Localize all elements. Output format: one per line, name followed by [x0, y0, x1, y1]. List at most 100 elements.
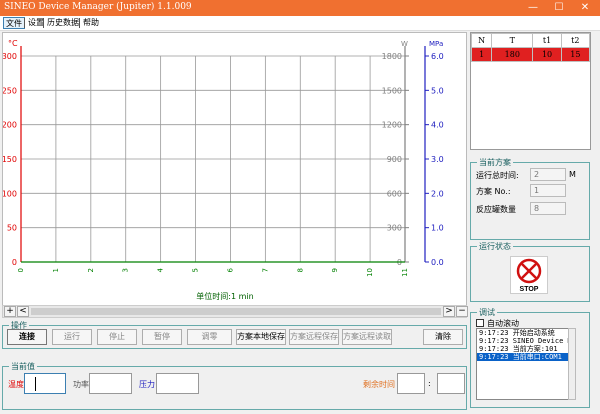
table-cell[interactable]: 15 [560, 47, 591, 62]
debug-log[interactable]: 9:17:23 开始启动系统 9:17:23 SINEO Device Mana… [476, 328, 576, 400]
left-tick-label: 250 [3, 86, 17, 95]
stop-icon: STOP [510, 256, 548, 294]
chart-panel: 00 0.0 50 300 1.0 100 600 2.0 150 900 3.0 200 1200 4.… [2, 32, 467, 316]
read-remote-button[interactable]: 方案远程读取 [342, 329, 392, 345]
scroll-thumb[interactable] [31, 308, 441, 315]
power-field[interactable] [89, 373, 132, 394]
left-tick-label: 100 [3, 189, 17, 198]
left-tick-label: 300 [3, 52, 17, 61]
mid-tick-label: 1200 [382, 121, 402, 130]
title-bar: SINEO Device Manager (Jupiter) 1.1.009 —… [0, 0, 600, 16]
save-local-button[interactable]: 方案本地保存 [236, 329, 286, 345]
menu-separator [24, 18, 25, 28]
x-tick-label: 3 [122, 268, 130, 272]
clear-button[interactable]: 清除 [423, 329, 463, 345]
x-tick-label: 7 [261, 268, 269, 272]
log-scrollbar[interactable] [568, 328, 576, 400]
current-scheme-group-title: 当前方案 [477, 157, 513, 168]
pressure-field[interactable] [156, 373, 199, 394]
run-status-group-title: 运行状态 [477, 241, 513, 252]
right-tick-label: 5.0 [431, 86, 444, 95]
log-line: 9:17:23 开始启动系统 [479, 329, 555, 337]
close-button[interactable]: ✕ [572, 0, 598, 16]
table-cell[interactable]: 180 [491, 47, 534, 62]
scroll-left-button[interactable]: < [17, 306, 29, 317]
total-time-field: 2 [530, 168, 566, 181]
chart-axes: 00 0.0 50 300 1.0 100 600 2.0 150 900 3.0 200 1200 4.… [3, 46, 444, 277]
menu-history[interactable]: 历史数据 [45, 17, 81, 29]
stop-text: STOP [520, 286, 539, 293]
x-tick-label: 10 [366, 268, 374, 277]
chart-scrollbar[interactable]: + < > − [2, 305, 468, 318]
x-tick-label: 6 [226, 267, 234, 272]
temperature-field[interactable] [24, 373, 66, 394]
maximize-button[interactable]: ☐ [546, 0, 572, 16]
column-header-t1: t1 [532, 33, 562, 48]
right-tick-label: 3.0 [431, 155, 444, 164]
temperature-label: 温度 [8, 380, 24, 389]
mid-tick-label: 300 [387, 224, 402, 233]
text-caret [35, 377, 36, 391]
left-axis-unit: °C [8, 39, 18, 48]
current-value-group-title: 当前值 [9, 361, 37, 372]
x-axis-label: 单位时间:1 min [196, 291, 253, 301]
pause-button[interactable]: 暂停 [142, 329, 182, 345]
mid-axis-unit: W [401, 40, 408, 48]
x-tick-label: 11 [401, 268, 409, 277]
x-tick-label: 0 [17, 268, 25, 272]
menu-bar: 文件 设置 历史数据 帮助 [0, 16, 600, 31]
x-tick-label: 4 [157, 267, 165, 272]
connect-button[interactable]: 连接 [7, 329, 47, 345]
right-axis-unit: MPa [429, 40, 443, 48]
vessel-count-field: 8 [530, 202, 566, 215]
zero-button[interactable]: 调零 [187, 329, 232, 345]
time-colon: : [428, 379, 431, 388]
log-line-selected[interactable]: 9:17:23 当前串口:COM1 [477, 353, 575, 361]
mid-tick-label: 1800 [382, 52, 402, 61]
menu-separator [79, 18, 80, 28]
x-tick-label: 5 [192, 268, 200, 272]
right-tick-label: 6.0 [431, 52, 444, 61]
zoom-out-button[interactable]: − [456, 306, 468, 317]
column-header-n: N [470, 33, 493, 48]
table-cell[interactable]: 1 [470, 47, 493, 62]
total-time-label: 运行总时间: [476, 171, 519, 180]
menu-separator [43, 18, 44, 28]
right-tick-label: 4.0 [431, 121, 444, 130]
chart-grid [20, 55, 406, 263]
zoom-in-button[interactable]: + [4, 306, 16, 317]
mid-tick-label: 900 [387, 155, 402, 164]
log-line: 9:17:23 SINEO Device Mana [479, 337, 576, 345]
stop-button[interactable]: 停止 [97, 329, 137, 345]
menu-help[interactable]: 帮助 [81, 17, 101, 29]
log-line: 9:17:23 当前方案:101 [479, 345, 558, 353]
save-remote-button[interactable]: 方案远程保存 [289, 329, 339, 345]
mid-tick-label: 1500 [382, 86, 402, 95]
menu-file[interactable]: 文件 [3, 17, 25, 29]
column-header-t: T [491, 33, 534, 48]
minimize-button[interactable]: — [520, 0, 546, 16]
pressure-label: 压力 [139, 380, 155, 389]
chart: 00 0.0 50 300 1.0 100 600 2.0 150 900 3.0 200 1200 4.… [3, 39, 444, 301]
autoscroll-checkbox[interactable] [476, 319, 484, 327]
program-table[interactable]: N T t1 t2 1 180 10 15 [470, 32, 591, 150]
remaining-seconds-field[interactable] [437, 373, 465, 394]
table-row[interactable]: 1 180 10 15 [470, 47, 591, 62]
power-label: 功率 [73, 380, 89, 389]
vessel-count-label: 反应罐数量 [476, 205, 516, 214]
remaining-time-label: 剩余时间 [363, 380, 395, 389]
right-tick-label: 1.0 [431, 224, 444, 233]
window-title: SINEO Device Manager (Jupiter) 1.1.009 [4, 2, 192, 12]
right-tick-label: 2.0 [431, 189, 444, 198]
x-tick-label: 9 [331, 268, 339, 272]
run-button[interactable]: 运行 [52, 329, 92, 345]
right-tick-label: 0.0 [431, 258, 444, 267]
left-tick-label: 0 [12, 258, 17, 267]
x-tick-label: 1 [52, 268, 60, 272]
x-tick-label: 8 [296, 268, 304, 272]
debug-group-title: 调试 [477, 307, 497, 318]
left-tick-label: 150 [3, 155, 17, 164]
remaining-minutes-field[interactable] [397, 373, 425, 394]
table-cell[interactable]: 10 [532, 47, 562, 62]
scroll-right-button[interactable]: > [443, 306, 455, 317]
